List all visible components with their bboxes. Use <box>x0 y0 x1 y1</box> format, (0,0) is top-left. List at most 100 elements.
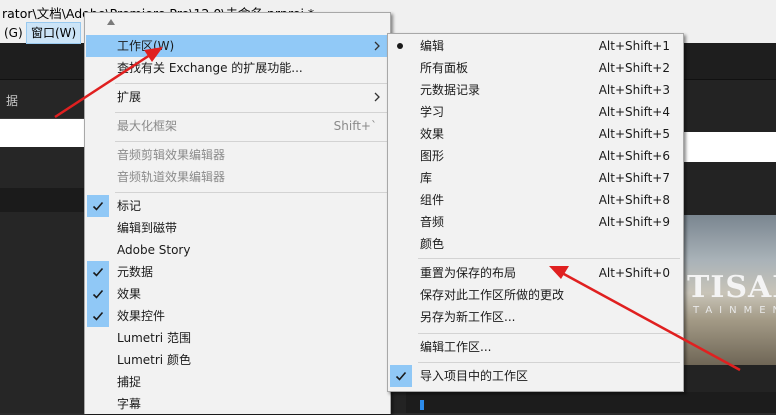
menu-separator <box>418 258 680 259</box>
left-panel-field[interactable] <box>0 119 86 147</box>
menu-item-shortcut: Alt+Shift+0 <box>598 266 670 280</box>
menu-item-label: 元数据记录 <box>420 83 481 97</box>
menu-item-shortcut: Shift+` <box>333 119 377 133</box>
workspace-item-save-as-new[interactable]: 另存为新工作区... <box>389 306 682 328</box>
menu-item-lumetri-color[interactable]: Lumetri 颜色 <box>86 349 389 371</box>
menu-item-exchange[interactable]: 查找有关 Exchange 的扩展功能... <box>86 57 389 79</box>
menu-separator <box>115 192 387 193</box>
menu-item-label: 工作区(W) <box>117 39 175 53</box>
menu-item-edit-to-tape[interactable]: 编辑到磁带 <box>86 217 389 239</box>
workspace-submenu: 编辑 Alt+Shift+1 所有面板 Alt+Shift+2 元数据记录 Al… <box>387 33 684 392</box>
right-panel-field[interactable] <box>683 132 776 162</box>
menu-item-shortcut: Alt+Shift+5 <box>598 127 670 141</box>
menu-item-shortcut: Alt+Shift+2 <box>598 61 670 75</box>
menu-item-label: Lumetri 范围 <box>117 331 191 345</box>
menu-item-label: 组件 <box>420 193 445 207</box>
menu-item-label: 另存为新工作区... <box>420 310 516 324</box>
menu-item-effects[interactable]: 效果 <box>86 283 389 305</box>
menu-item-label: 库 <box>420 171 433 185</box>
menu-item-label: 保存对此工作区所做的更改 <box>420 288 565 302</box>
menu-item-shortcut: Alt+Shift+6 <box>598 149 670 163</box>
menu-item-label: 字幕 <box>117 397 142 411</box>
menu-separator <box>115 112 387 113</box>
workspace-item-learning[interactable]: 学习 Alt+Shift+4 <box>389 101 682 123</box>
menu-item-markers[interactable]: 标记 <box>86 195 389 217</box>
menu-item-label: 效果 <box>420 127 445 141</box>
menu-item-label: 最大化框架 <box>117 119 178 133</box>
menu-separator <box>418 333 680 334</box>
workspace-item-graphics[interactable]: 图形 Alt+Shift+6 <box>389 145 682 167</box>
radio-bullet-icon <box>397 43 403 49</box>
preview-logo-text: TISAN <box>687 270 776 305</box>
preview-logo-subtext: TAINMENT <box>693 305 776 316</box>
menu-item-audio-track-effect-editor: 音频轨道效果编辑器 <box>86 166 389 188</box>
menu-item-label: 音频 <box>420 215 445 229</box>
check-icon <box>390 365 412 387</box>
menu-item-label: 所有面板 <box>420 61 469 75</box>
menu-item-shortcut: Alt+Shift+7 <box>598 171 670 185</box>
menu-separator <box>418 362 680 363</box>
menu-scroll-up[interactable] <box>85 13 390 33</box>
timeline-strip <box>406 392 776 413</box>
menu-item-shortcut: Alt+Shift+9 <box>598 215 670 229</box>
menu-item-shortcut: Alt+Shift+8 <box>598 193 670 207</box>
menu-item-label: 标记 <box>117 199 142 213</box>
menu-item-shortcut: Alt+Shift+1 <box>598 39 670 53</box>
menu-item-workspace[interactable]: 工作区(W) <box>86 35 389 57</box>
menu-separator <box>115 83 387 84</box>
menu-item-label: 捕捉 <box>117 375 142 389</box>
workspace-item-all-panels[interactable]: 所有面板 Alt+Shift+2 <box>389 57 682 79</box>
workspace-item-libraries[interactable]: 库 Alt+Shift+7 <box>389 167 682 189</box>
menu-item-captions[interactable]: 字幕 <box>86 393 389 415</box>
program-monitor-preview: TISAN TAINMENT <box>683 215 776 365</box>
menubar-item-graphics[interactable]: (G) <box>0 23 27 43</box>
menu-item-label: 元数据 <box>117 265 154 279</box>
menu-item-label: 扩展 <box>117 90 142 104</box>
menu-item-label: 编辑 <box>420 39 445 53</box>
menu-item-shortcut: Alt+Shift+3 <box>598 83 670 97</box>
menu-item-shortcut: Alt+Shift+4 <box>598 105 670 119</box>
menu-item-audio-clip-effect-editor: 音频剪辑效果编辑器 <box>86 144 389 166</box>
menubar-item-window[interactable]: 窗口(W) <box>25 22 82 44</box>
menu-item-label: 编辑工作区... <box>420 340 492 354</box>
check-icon <box>87 195 109 217</box>
menu-item-label: Lumetri 颜色 <box>117 353 191 367</box>
menu-item-maximize-frame: 最大化框架 Shift+` <box>86 115 389 137</box>
menu-item-label: 音频轨道效果编辑器 <box>117 170 226 184</box>
menu-item-extensions[interactable]: 扩展 <box>86 86 389 108</box>
menu-item-effect-controls[interactable]: 效果控件 <box>86 305 389 327</box>
playhead-marker[interactable] <box>420 400 424 410</box>
menu-item-label: 查找有关 Exchange 的扩展功能... <box>117 61 303 75</box>
workspace-item-assembly[interactable]: 组件 Alt+Shift+8 <box>389 189 682 211</box>
chevron-right-icon <box>374 92 380 102</box>
check-icon <box>87 261 109 283</box>
workspace-item-edit-workspaces[interactable]: 编辑工作区... <box>389 336 682 358</box>
chevron-right-icon <box>374 41 380 51</box>
window-menu: 工作区(W) 查找有关 Exchange 的扩展功能... 扩展 最大化框架 S… <box>84 12 391 414</box>
menu-item-adobe-story[interactable]: Adobe Story <box>86 239 389 261</box>
workspace-item-audio[interactable]: 音频 Alt+Shift+9 <box>389 211 682 233</box>
check-icon <box>87 305 109 327</box>
menu-item-label: Adobe Story <box>117 243 191 257</box>
menu-item-capture[interactable]: 捕捉 <box>86 371 389 393</box>
workspace-item-save-changes[interactable]: 保存对此工作区所做的更改 <box>389 284 682 306</box>
menu-item-label: 颜色 <box>420 237 445 251</box>
menu-item-label: 导入项目中的工作区 <box>420 369 529 383</box>
menu-item-metadata[interactable]: 元数据 <box>86 261 389 283</box>
menu-item-label: 学习 <box>420 105 445 119</box>
menu-item-lumetri-scopes[interactable]: Lumetri 范围 <box>86 327 389 349</box>
check-icon <box>87 283 109 305</box>
menu-item-label: 图形 <box>420 149 445 163</box>
workspace-item-color[interactable]: 颜色 <box>389 233 682 255</box>
workspace-item-import-from-project[interactable]: 导入项目中的工作区 <box>389 365 682 387</box>
menu-item-label: 音频剪辑效果编辑器 <box>117 148 226 162</box>
left-panel: 据 <box>0 80 86 413</box>
left-panel-tab[interactable]: 据 <box>6 92 18 109</box>
workspace-item-metadata-logging[interactable]: 元数据记录 Alt+Shift+3 <box>389 79 682 101</box>
workspace-item-reset-saved-layout[interactable]: 重置为保存的布局 Alt+Shift+0 <box>389 262 682 284</box>
menu-separator <box>115 141 387 142</box>
menu-item-label: 效果控件 <box>117 309 166 323</box>
workspace-item-editing[interactable]: 编辑 Alt+Shift+1 <box>389 35 682 57</box>
workspace-item-effects[interactable]: 效果 Alt+Shift+5 <box>389 123 682 145</box>
scroll-up-icon <box>107 19 115 25</box>
